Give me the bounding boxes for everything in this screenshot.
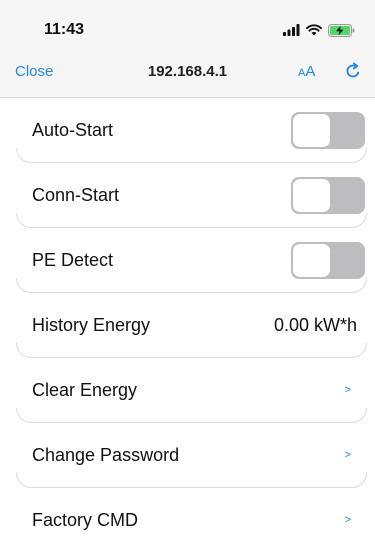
auto-start-label: Auto-Start <box>32 120 114 140</box>
history-energy-value: 0.00 kW*h <box>273 315 357 335</box>
chevron-right-icon: > <box>344 514 351 526</box>
navigation-bar: Close 192.168.4.1 AA <box>0 54 375 88</box>
wifi-icon <box>306 24 322 36</box>
page-url: 192.168.4.1 <box>147 63 228 80</box>
close-button[interactable]: Close <box>15 63 53 80</box>
setting-row-factory-cmd[interactable]: Factory CMD > <box>0 488 375 553</box>
browser-header: 11:43 Close 192.168.4.1 AA <box>0 0 375 98</box>
setting-row-history-energy: History Energy 0.00 kW*h <box>0 293 375 358</box>
status-bar: 11:43 <box>0 0 375 54</box>
setting-row-change-password[interactable]: Change Password > <box>0 423 375 488</box>
chevron-right-icon: > <box>344 449 351 461</box>
auto-start-toggle[interactable] <box>291 112 365 149</box>
conn-start-label: Conn-Start <box>32 185 120 205</box>
toggle-knob <box>293 114 330 147</box>
factory-cmd-label: Factory CMD <box>32 510 139 530</box>
clear-energy-label: Clear Energy <box>32 380 138 400</box>
change-password-label: Change Password <box>32 445 180 465</box>
text-size-button[interactable]: AA <box>298 63 315 80</box>
status-icons <box>283 23 355 37</box>
settings-list: Auto-Start Conn-Start PE Detect History … <box>0 98 375 553</box>
history-energy-label: History Energy <box>32 315 151 335</box>
battery-charging-icon <box>328 23 355 37</box>
setting-row-auto-start: Auto-Start <box>0 98 375 163</box>
pe-detect-label: PE Detect <box>32 250 114 270</box>
text-size-big-letter: A <box>305 63 316 80</box>
pe-detect-toggle[interactable] <box>291 242 365 279</box>
reload-icon[interactable] <box>343 61 363 81</box>
toggle-knob <box>293 179 330 212</box>
toggle-knob <box>293 244 330 277</box>
setting-row-conn-start: Conn-Start <box>0 163 375 228</box>
setting-row-pe-detect: PE Detect <box>0 228 375 293</box>
conn-start-toggle[interactable] <box>291 177 365 214</box>
status-time: 11:43 <box>44 21 85 38</box>
chevron-right-icon: > <box>344 384 351 396</box>
setting-row-clear-energy[interactable]: Clear Energy > <box>0 358 375 423</box>
cellular-signal-icon <box>283 24 300 36</box>
